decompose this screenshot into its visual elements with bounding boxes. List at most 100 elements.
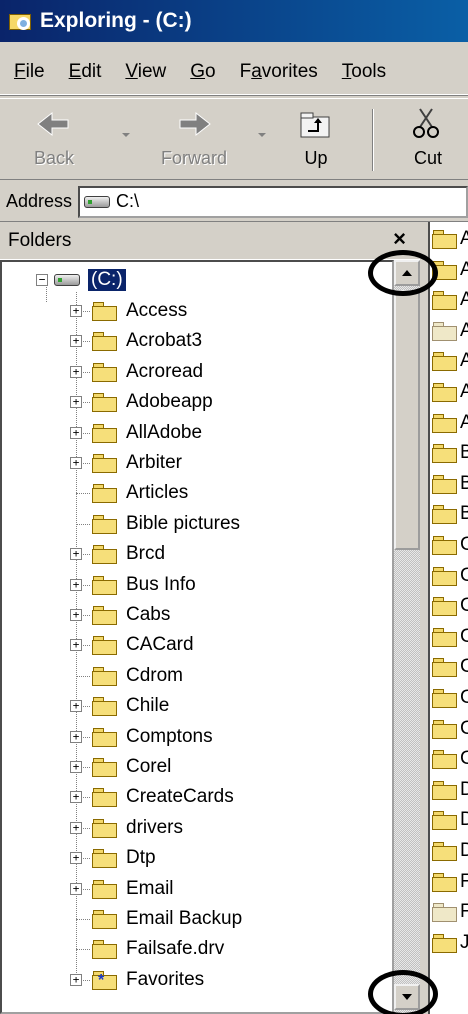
tree-item[interactable]: Cabs <box>92 600 170 630</box>
forward-button[interactable]: Forward <box>144 105 244 175</box>
address-input[interactable]: C:\ <box>78 185 468 218</box>
tree-item-label: drivers <box>126 816 184 838</box>
content-item[interactable]: A <box>432 316 468 346</box>
expand-toggle[interactable]: + <box>70 426 82 439</box>
content-item[interactable]: A <box>432 224 468 254</box>
content-item[interactable]: D <box>432 805 468 835</box>
tree-item[interactable]: Failsafe.drv <box>92 934 224 964</box>
forward-dropdown-icon[interactable] <box>258 133 266 137</box>
expand-toggle[interactable]: + <box>70 852 82 865</box>
menu-tools[interactable]: Tools <box>332 61 400 83</box>
tree-item[interactable]: AllAdobe <box>92 418 202 448</box>
folder-icon <box>92 423 118 443</box>
tree-root-drive[interactable]: − (C:) <box>36 265 127 295</box>
highlight-circle-bottom <box>368 970 438 1014</box>
menu-edit[interactable]: Edit <box>59 61 116 83</box>
content-item[interactable]: A <box>432 377 468 407</box>
expand-toggle[interactable]: + <box>70 882 82 895</box>
content-item[interactable]: C <box>432 530 468 560</box>
tree-item[interactable]: Adobeapp <box>92 387 213 417</box>
content-item[interactable]: A <box>432 346 468 376</box>
expand-toggle[interactable]: + <box>70 305 82 317</box>
menu-go[interactable]: Go <box>180 61 229 83</box>
drive-icon <box>84 195 111 208</box>
content-item-label: C <box>460 534 468 556</box>
folder-icon <box>92 483 118 504</box>
expand-toggle[interactable]: + <box>70 700 82 713</box>
collapse-toggle[interactable]: − <box>36 274 48 286</box>
content-item-label: A <box>460 381 468 403</box>
content-item[interactable]: C <box>432 744 468 774</box>
expand-toggle[interactable]: + <box>70 396 82 409</box>
tree-item[interactable]: Comptons <box>92 722 213 752</box>
up-button[interactable]: Up <box>276 105 356 175</box>
tree-item[interactable]: Email <box>92 874 174 904</box>
expand-toggle[interactable]: + <box>70 578 82 591</box>
content-item[interactable]: F <box>432 867 468 897</box>
content-item[interactable]: B <box>432 438 468 468</box>
close-pane-icon[interactable]: × <box>393 226 406 252</box>
tree-item[interactable]: Chile <box>92 691 169 721</box>
tree-item[interactable]: Email Backup <box>92 904 242 934</box>
content-item-label: A <box>460 412 468 434</box>
expand-toggle[interactable]: + <box>70 761 82 773</box>
content-item[interactable]: F <box>432 897 468 927</box>
menu-favorites[interactable]: Favorites <box>230 61 332 83</box>
content-item[interactable]: C <box>432 652 468 682</box>
expand-toggle[interactable]: + <box>70 609 82 621</box>
tree-item[interactable]: * Favorites <box>92 965 204 995</box>
content-item-label: D <box>460 779 468 801</box>
content-item[interactable]: C <box>432 561 468 591</box>
tree-item-label: AllAdobe <box>126 421 203 443</box>
tree-item[interactable]: Bus Info <box>92 570 196 600</box>
folder-icon <box>432 474 458 494</box>
tree-item[interactable]: CACard <box>92 630 194 660</box>
content-item[interactable]: C <box>432 714 468 744</box>
content-item[interactable]: C <box>432 591 468 621</box>
tree-item-label: Email <box>126 877 174 899</box>
expand-toggle[interactable]: + <box>70 335 82 348</box>
tree-item[interactable]: Bible pictures <box>92 509 240 539</box>
menu-file[interactable]: File <box>4 61 59 83</box>
content-item[interactable]: C <box>432 622 468 652</box>
tree-item[interactable]: Articles <box>92 478 188 508</box>
tree-item[interactable]: Corel <box>92 752 171 782</box>
menu-view[interactable]: View <box>115 61 180 83</box>
content-item[interactable]: A <box>432 408 468 438</box>
content-item[interactable]: B <box>432 469 468 499</box>
expand-toggle[interactable]: + <box>70 639 82 652</box>
tree-item[interactable]: Dtp <box>92 843 156 873</box>
tree-item[interactable]: drivers <box>92 813 183 843</box>
expand-toggle[interactable]: + <box>70 457 82 469</box>
tree-item[interactable]: Acrobat3 <box>92 326 202 356</box>
scrollbar-thumb[interactable] <box>394 290 420 550</box>
pane-splitter[interactable] <box>420 222 428 1014</box>
content-item[interactable]: B <box>432 499 468 529</box>
expand-toggle[interactable]: + <box>70 730 82 743</box>
tree-item[interactable]: CreateCards <box>92 782 234 812</box>
tree-item[interactable]: Access <box>92 296 187 326</box>
back-dropdown-icon[interactable] <box>122 133 130 137</box>
tree-item[interactable]: Arbiter <box>92 448 182 478</box>
expand-toggle[interactable]: + <box>70 791 82 804</box>
content-item[interactable]: D <box>432 836 468 866</box>
content-item[interactable]: J <box>432 928 468 958</box>
expand-toggle[interactable]: + <box>70 821 82 834</box>
content-item[interactable]: A <box>432 285 468 315</box>
expand-toggle[interactable]: + <box>70 548 82 561</box>
expand-toggle[interactable]: + <box>70 365 82 378</box>
tree-item[interactable]: Acroread <box>92 357 203 387</box>
content-item[interactable]: D <box>432 775 468 805</box>
cut-button[interactable]: Cut <box>388 105 468 175</box>
cut-label: Cut <box>413 148 442 168</box>
expand-toggle[interactable]: + <box>70 973 82 986</box>
tree-item-label: Cabs <box>126 604 171 625</box>
vertical-scrollbar[interactable] <box>394 260 420 1014</box>
tree-item[interactable]: Brcd <box>92 539 165 569</box>
content-item[interactable]: C <box>432 683 468 713</box>
folder-icon <box>432 872 458 892</box>
tree-item[interactable]: Cdrom <box>92 661 183 691</box>
content-item-label: C <box>460 748 468 770</box>
content-item-label: B <box>460 503 468 525</box>
back-button[interactable]: Back <box>14 105 94 175</box>
